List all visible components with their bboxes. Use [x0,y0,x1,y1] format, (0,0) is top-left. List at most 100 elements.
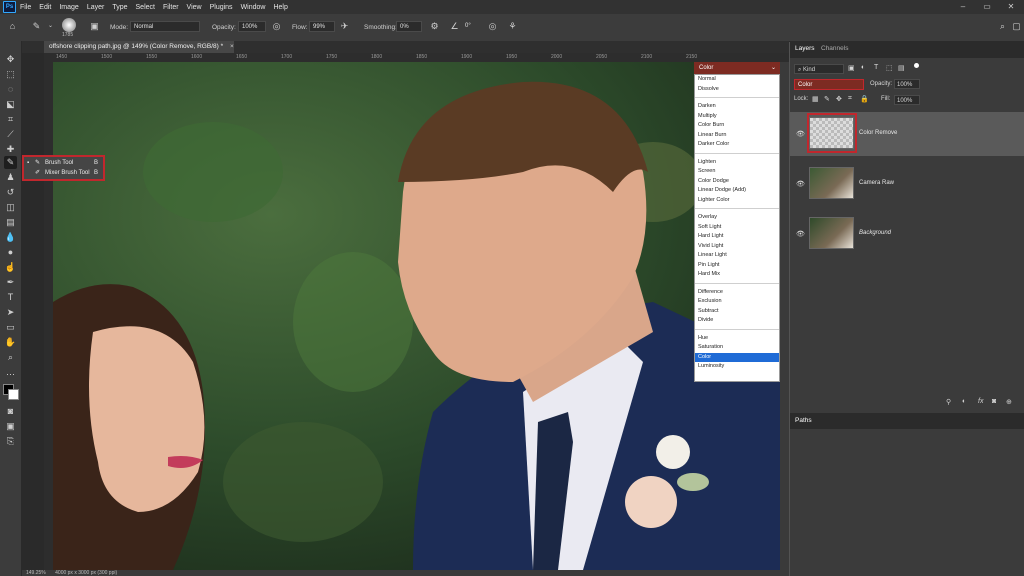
pixel-filter-icon[interactable]: ▣ [848,64,855,72]
adjustment-icon[interactable]: ◐ [962,398,966,405]
blend-mode-option[interactable]: Hard Light [695,232,779,242]
blend-mode-option[interactable]: Luminosity [695,362,779,372]
flow-field[interactable]: 99% [309,21,335,32]
airbrush-icon[interactable]: ✈ [338,20,351,33]
layer-opacity-field[interactable]: 100% [894,79,920,89]
more-tools-icon[interactable]: ⋯ [4,368,17,381]
brush-settings-icon[interactable]: ▣ [88,20,101,33]
brush-preview[interactable] [62,18,76,32]
angle-field[interactable]: 0° [462,21,484,32]
blend-mode-option[interactable]: Hue [695,334,779,344]
filter-kind-select[interactable]: ⌕ Kind [794,64,844,74]
blend-mode-option[interactable]: Color Burn [695,121,779,131]
layer-blend-mode-select[interactable]: Color [794,79,864,90]
pressure-opacity-icon[interactable]: ◎ [270,20,283,33]
lasso-tool-icon[interactable]: ◌ [4,83,17,96]
home-icon[interactable]: ⌂ [6,20,19,33]
angle-icon[interactable]: ∠ [448,20,461,33]
lock-position-icon[interactable]: ✥ [836,95,842,103]
blend-mode-option[interactable]: Exclusion [695,297,779,307]
dodge-tool-icon[interactable]: ● [4,246,17,259]
blend-mode-option[interactable]: Subtract [695,307,779,317]
mode-select[interactable]: Normal [130,21,200,32]
blend-mode-option[interactable]: Linear Light [695,251,779,261]
smudge-tool-icon[interactable]: ☝ [4,261,17,274]
brush-tool-icon[interactable]: ✎ [4,156,17,169]
pressure-size-icon[interactable]: ◎ [486,20,499,33]
type-tool-icon[interactable]: T [4,291,17,304]
fx-icon[interactable]: fx [978,398,983,405]
blend-mode-option[interactable]: Normal [695,75,779,85]
background-color-swatch[interactable] [8,389,19,400]
menu-view[interactable]: View [187,4,202,11]
tab-paths[interactable]: Paths [795,417,812,424]
layer-fill-field[interactable]: 100% [894,95,920,105]
visibility-eye-icon[interactable]: 👁 [796,130,805,138]
layer-row[interactable]: 👁 Color Remove [790,112,1024,156]
eraser-tool-icon[interactable]: ◫ [4,201,17,214]
blend-mode-option[interactable]: Darker Color [695,140,779,150]
flyout-mixer-brush-tool[interactable]: ✐ Mixer Brush Tool B [27,168,101,178]
layer-row[interactable]: 👁 Background [790,212,1024,256]
visibility-eye-icon[interactable]: 👁 [796,180,805,188]
workspace-icon[interactable]: ▢ [1010,20,1023,33]
search-icon[interactable]: ⌕ [996,20,1009,33]
object-select-tool-icon[interactable]: ⬕ [4,98,17,111]
blend-mode-option[interactable]: Color Dodge [695,177,779,187]
document-canvas[interactable] [53,62,780,570]
menu-file[interactable]: File [20,4,31,11]
blur-tool-icon[interactable]: 💧 [4,231,17,244]
tab-channels[interactable]: Channels [821,45,848,52]
menu-edit[interactable]: Edit [39,4,51,11]
lock-pixels-icon[interactable]: ✎ [824,95,830,103]
eyedropper-tool-icon[interactable]: ⟋ [4,128,17,141]
pen-tool-icon[interactable]: ✒ [4,276,17,289]
blend-mode-option[interactable]: Difference [695,288,779,298]
blend-mode-option[interactable]: Overlay [695,213,779,223]
smoothing-field[interactable]: 0% [396,21,422,32]
new-layer-icon[interactable]: ⊕ [1006,398,1012,406]
hand-tool-icon[interactable]: ✋ [4,336,17,349]
symmetry-icon[interactable]: ⚘ [506,20,519,33]
history-brush-tool-icon[interactable]: ↺ [4,186,17,199]
move-tool-icon[interactable]: ✥ [4,53,17,66]
blend-mode-option[interactable]: Dissolve [695,85,779,95]
blend-mode-option[interactable]: Linear Burn [695,131,779,141]
visibility-eye-icon[interactable]: 👁 [796,230,805,238]
blend-mode-option[interactable]: Multiply [695,112,779,122]
flyout-brush-tool[interactable]: ▪ ✎ Brush Tool B [27,158,101,168]
brush-tool-icon[interactable]: ✎ [30,20,43,33]
vertical-scrollbar[interactable] [780,62,789,570]
layer-row[interactable]: 👁 Camera Raw [790,162,1024,206]
smart-object-filter-icon[interactable]: ▤ [898,64,905,72]
blend-mode-option[interactable]: Divide [695,316,779,326]
opacity-field[interactable]: 100% [238,21,266,32]
gear-icon[interactable]: ⚙ [428,20,441,33]
lock-all-icon[interactable]: 🔒 [860,95,869,103]
lock-transparent-icon[interactable]: ▦ [812,95,819,103]
healing-tool-icon[interactable]: ✚ [4,143,17,156]
filter-toggle-icon[interactable] [914,63,919,68]
blend-mode-option[interactable]: Screen [695,167,779,177]
zoom-tool-icon[interactable]: ⌕ [4,351,17,364]
menu-select[interactable]: Select [136,4,155,11]
screen-mode-icon[interactable]: ▣ [4,420,17,433]
adjustment-filter-icon[interactable]: ◐ [861,64,865,71]
edit-toolbar-icon[interactable]: ⎘ [4,435,17,448]
blend-mode-option[interactable]: Hard Mix [695,270,779,280]
menu-type[interactable]: Type [112,4,127,11]
lock-artboard-icon[interactable]: ⌗ [848,95,852,103]
mask-icon[interactable]: ◙ [992,398,996,405]
path-select-tool-icon[interactable]: ➤ [4,306,17,319]
shape-filter-icon[interactable]: ⬚ [886,64,893,72]
blend-mode-option[interactable]: Saturation [695,343,779,353]
menu-image[interactable]: Image [59,4,78,11]
minimize-icon[interactable]: – [952,0,974,14]
close-icon[interactable]: ✕ [1000,0,1022,14]
rectangle-tool-icon[interactable]: ▭ [4,321,17,334]
blend-mode-option[interactable]: Linear Dodge (Add) [695,186,779,196]
gradient-tool-icon[interactable]: ▤ [4,216,17,229]
chevron-down-icon[interactable]: ⌄ [44,20,57,33]
menu-layer[interactable]: Layer [87,4,105,11]
marquee-tool-icon[interactable]: ⬚ [4,68,17,81]
